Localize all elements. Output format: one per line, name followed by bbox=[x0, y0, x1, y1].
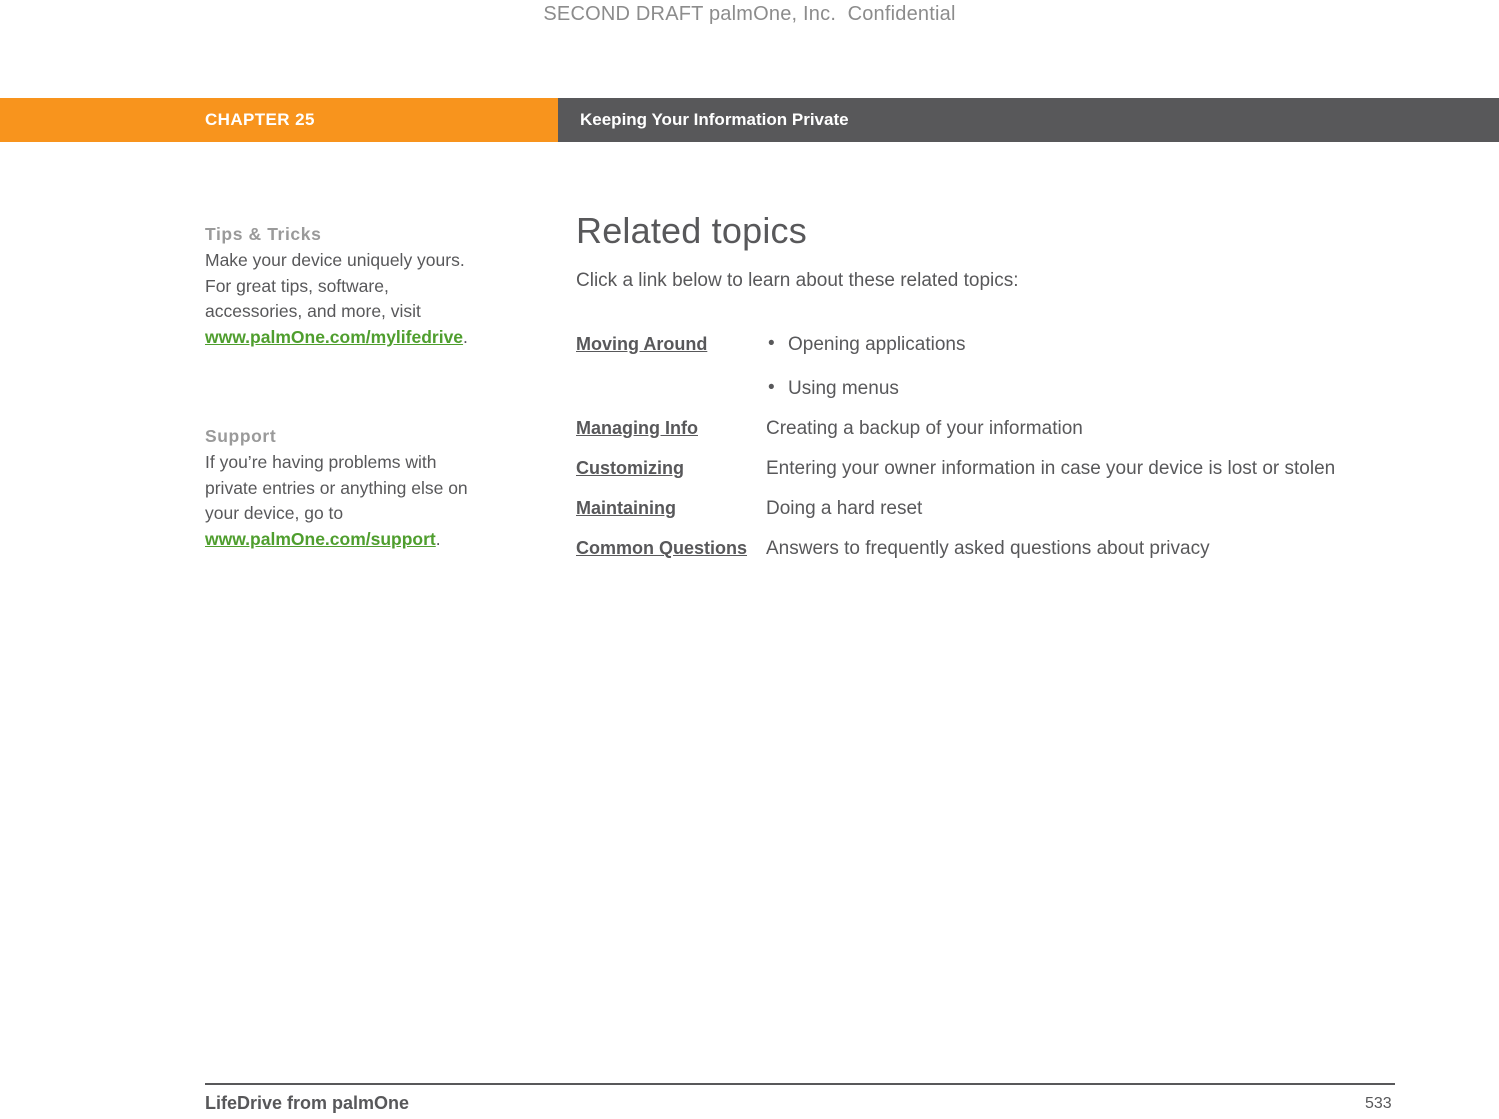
page-title: Related topics bbox=[576, 210, 807, 251]
topic-link-customizing[interactable]: Customizing bbox=[576, 458, 684, 478]
topic-detail-cell: Entering your owner information in case … bbox=[766, 458, 1336, 479]
sidebar-block-tips: Tips & Tricks Make your device uniquely … bbox=[205, 222, 483, 351]
topic-link-maintaining[interactable]: Maintaining bbox=[576, 498, 676, 518]
topic-link-cell: Maintaining bbox=[576, 498, 766, 538]
chapter-title-label: Keeping Your Information Private bbox=[580, 110, 849, 129]
list-item: Using menus bbox=[766, 377, 1456, 400]
sidebar-text-support-before: If you’re having problems with private e… bbox=[205, 451, 468, 524]
topic-link-managing-info[interactable]: Managing Info bbox=[576, 418, 698, 438]
sidebar-text-support: If you’re having problems with private e… bbox=[205, 450, 483, 553]
topic-detail-cell: Creating a backup of your information bbox=[766, 418, 1083, 439]
topic-link-moving-around[interactable]: Moving Around bbox=[576, 334, 707, 354]
chapter-bar: CHAPTER 25 Keeping Your Information Priv… bbox=[0, 98, 1499, 142]
draft-notice: SECOND DRAFT palmOne, Inc. Confidential bbox=[543, 3, 956, 25]
chapter-number-label: CHAPTER 25 bbox=[205, 110, 315, 129]
sidebar-link-mylifedrive[interactable]: www.palmOne.com/mylifedrive bbox=[205, 327, 463, 347]
topic-link-common-questions[interactable]: Common Questions bbox=[576, 538, 747, 558]
footer-page-number: 533 bbox=[1365, 1095, 1392, 1112]
chapter-title-band: Keeping Your Information Private bbox=[558, 98, 1499, 142]
table-row: Common Questions Answers to frequently a… bbox=[576, 538, 1456, 578]
chapter-number-band: CHAPTER 25 bbox=[0, 98, 558, 142]
sidebar-text-tips: Make your device uniquely yours. For gre… bbox=[205, 248, 483, 351]
sidebar-heading-tips: Tips & Tricks bbox=[205, 224, 322, 244]
topic-link-cell: Customizing bbox=[576, 458, 766, 498]
topic-bullet-list: Opening applications Using menus bbox=[766, 333, 1456, 400]
topic-detail-cell: Answers to frequently asked questions ab… bbox=[766, 538, 1210, 559]
sidebar-heading-support: Support bbox=[205, 425, 277, 446]
topic-link-cell: Common Questions bbox=[576, 538, 766, 578]
sidebar-text-tips-before: Make your device uniquely yours. For gre… bbox=[205, 249, 465, 322]
sidebar-text-tips-after: . bbox=[463, 327, 468, 348]
topic-link-cell: Managing Info bbox=[576, 418, 766, 458]
topic-link-cell: Moving Around bbox=[576, 334, 766, 418]
sidebar-block-support: Support If you’re having problems with p… bbox=[205, 424, 483, 553]
table-row: Customizing Entering your owner informat… bbox=[576, 458, 1456, 498]
sidebar-text-support-after: . bbox=[435, 529, 441, 550]
intro-text: Click a link below to learn about these … bbox=[576, 270, 1019, 291]
topic-detail-cell: Opening applications Using menus bbox=[766, 333, 1456, 418]
topic-detail-cell: Doing a hard reset bbox=[766, 498, 923, 519]
list-item: Opening applications bbox=[766, 333, 1456, 356]
main-content: Related topics Click a link below to lea… bbox=[576, 210, 1456, 578]
table-row: Moving Around Opening applications Using… bbox=[576, 333, 1456, 418]
footer-divider bbox=[205, 1083, 1395, 1085]
footer-product-name: LifeDrive from palmOne bbox=[205, 1093, 410, 1113]
related-topics-table: Moving Around Opening applications Using… bbox=[576, 333, 1456, 578]
table-row: Managing Info Creating a backup of your … bbox=[576, 418, 1456, 458]
table-row: Maintaining Doing a hard reset bbox=[576, 498, 1456, 538]
sidebar-link-support[interactable]: www.palmOne.com/support bbox=[205, 529, 436, 549]
sidebar: Tips & Tricks Make your device uniquely … bbox=[205, 222, 483, 553]
